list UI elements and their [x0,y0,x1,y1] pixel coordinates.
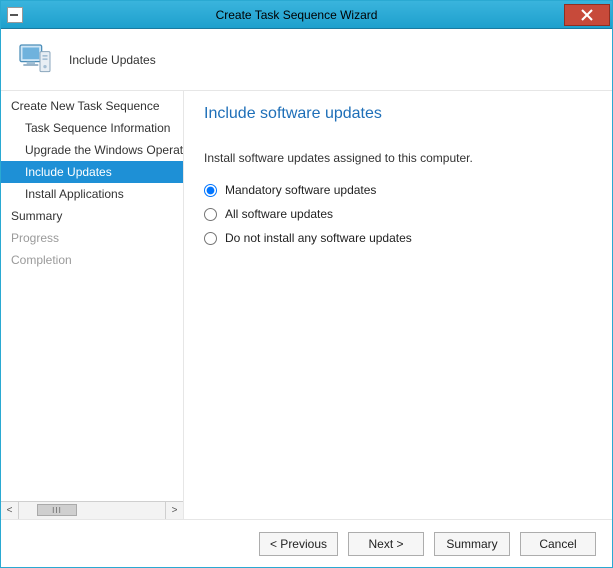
wizard-body: Create New Task SequenceTask Sequence In… [1,91,612,519]
radio-input[interactable] [204,232,217,245]
nav-item-create-new-task-sequence[interactable]: Create New Task Sequence [1,95,183,117]
nav-item-upgrade-the-windows-operating-system[interactable]: Upgrade the Windows Operating System [1,139,183,161]
wizard-footer: < Previous Next > Summary Cancel [1,519,612,567]
wizard-content: Include software updates Install softwar… [184,91,612,519]
wizard-window: Create Task Sequence Wizard Include Upda… [0,0,613,568]
nav-item-summary[interactable]: Summary [1,205,183,227]
scroll-track[interactable]: III [19,502,165,519]
wizard-header: Include Updates [1,29,612,91]
computer-icon [15,40,55,80]
nav-item-include-updates[interactable]: Include Updates [1,161,183,183]
radio-label: Mandatory software updates [225,183,376,197]
nav-item-completion: Completion [1,249,183,271]
close-button[interactable] [564,4,610,26]
system-menu-icon[interactable] [7,7,23,23]
radio-option-all-software-updates[interactable]: All software updates [204,207,594,221]
nav-items: Create New Task SequenceTask Sequence In… [1,91,183,501]
radio-input[interactable] [204,184,217,197]
summary-button[interactable]: Summary [434,532,510,556]
previous-button[interactable]: < Previous [259,532,338,556]
cancel-button[interactable]: Cancel [520,532,596,556]
scroll-right-arrow-icon[interactable]: > [165,502,183,519]
nav-item-install-applications[interactable]: Install Applications [1,183,183,205]
page-title: Include Updates [69,53,156,67]
radio-group: Mandatory software updates All software u… [204,177,594,255]
radio-label: Do not install any software updates [225,231,412,245]
nav-horizontal-scrollbar[interactable]: < III > [1,501,183,519]
nav-item-progress: Progress [1,227,183,249]
radio-label: All software updates [225,207,333,221]
radio-input[interactable] [204,208,217,221]
radio-option-do-not-install-any-software-updates[interactable]: Do not install any software updates [204,231,594,245]
scroll-thumb[interactable]: III [37,504,77,516]
window-title: Create Task Sequence Wizard [29,8,564,22]
title-bar: Create Task Sequence Wizard [1,1,612,29]
wizard-nav: Create New Task SequenceTask Sequence In… [1,91,184,519]
content-instruction: Install software updates assigned to thi… [204,151,594,165]
radio-option-mandatory-software-updates[interactable]: Mandatory software updates [204,183,594,197]
scroll-left-arrow-icon[interactable]: < [1,502,19,519]
content-heading: Include software updates [204,105,594,123]
next-button[interactable]: Next > [348,532,424,556]
close-icon [581,9,593,21]
nav-item-task-sequence-information[interactable]: Task Sequence Information [1,117,183,139]
